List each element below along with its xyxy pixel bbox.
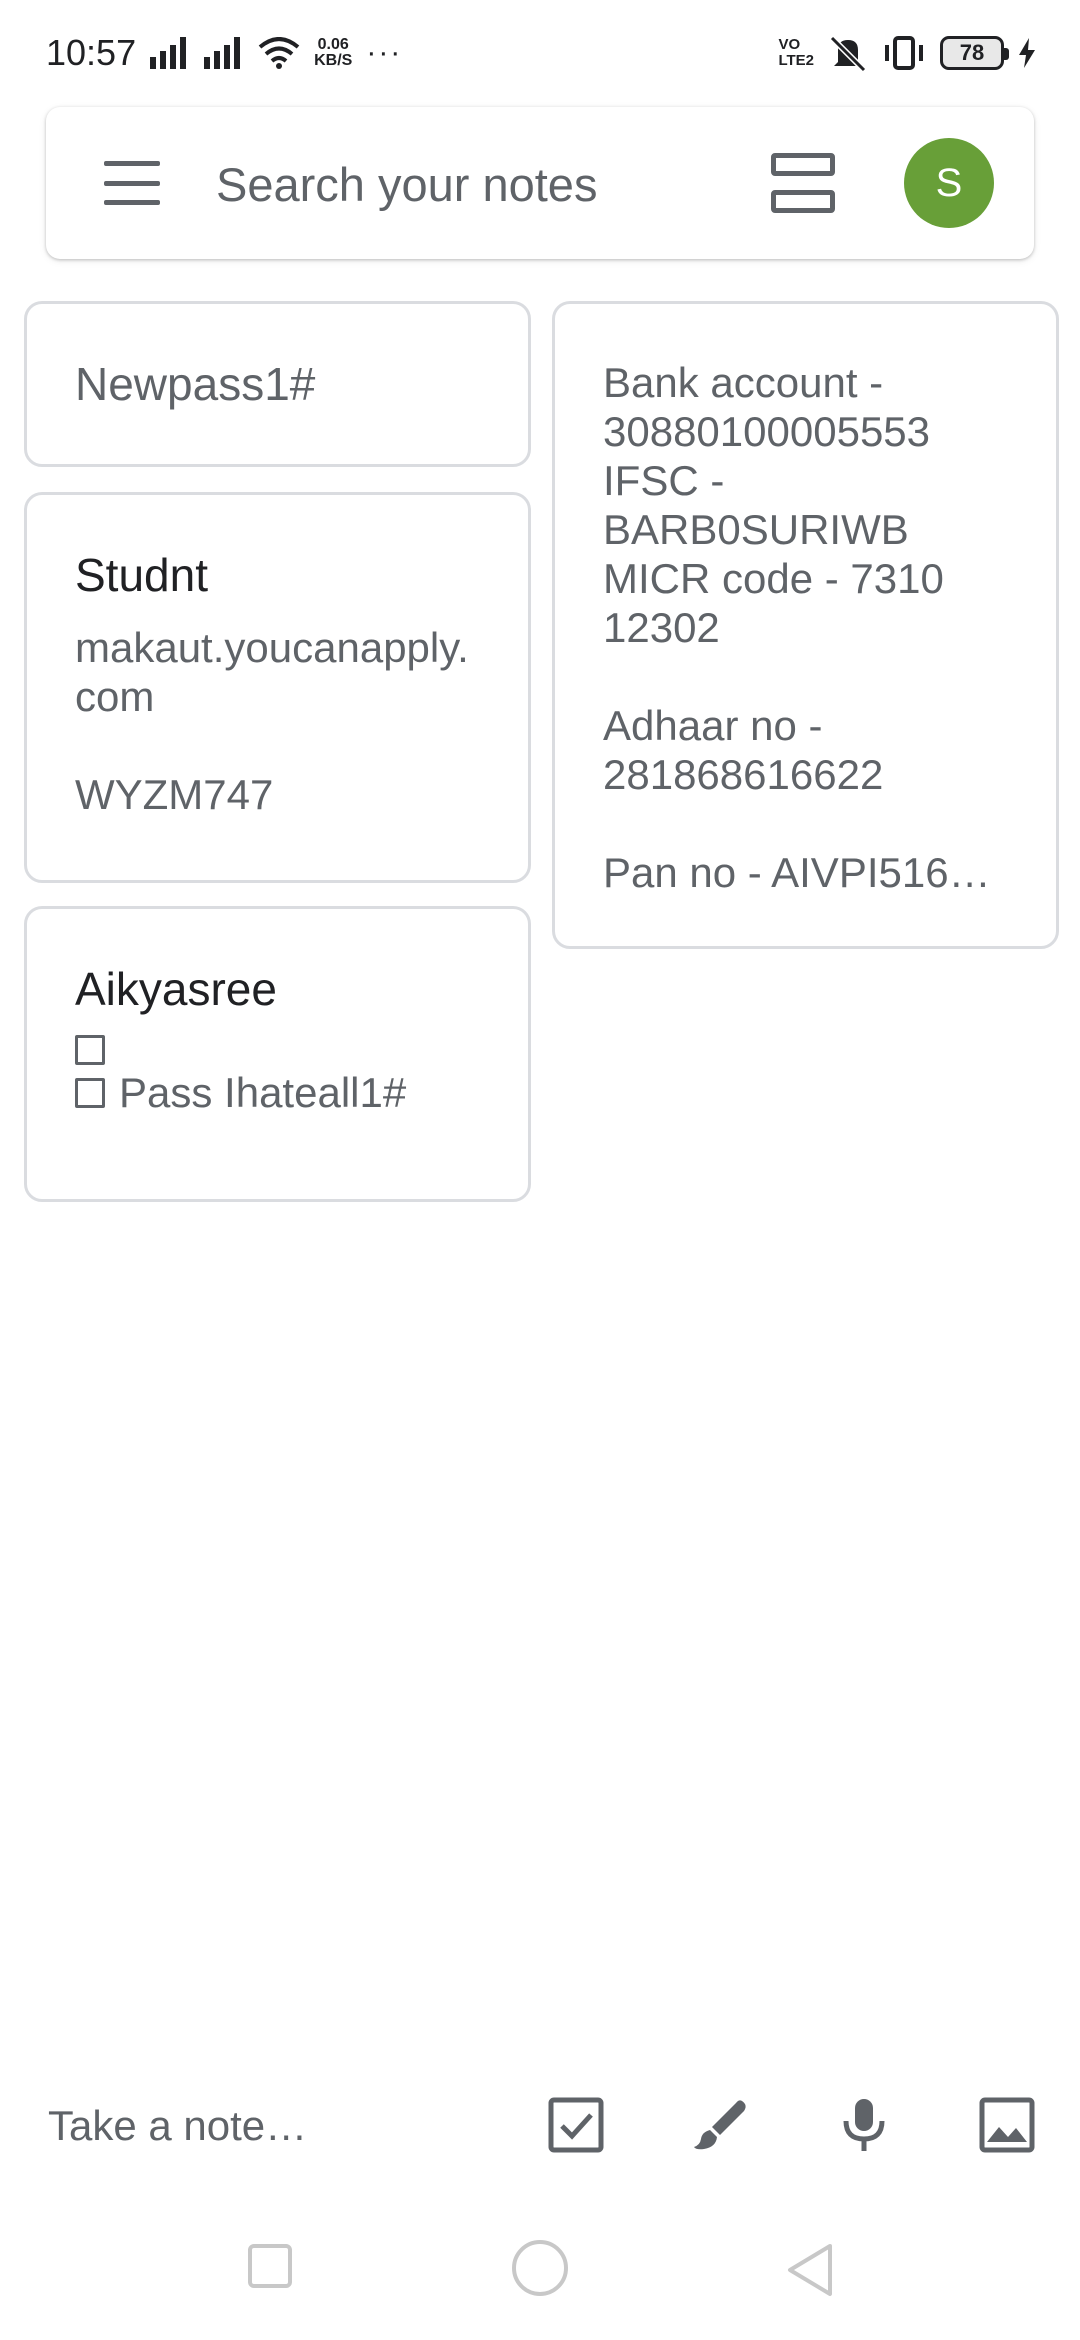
- status-bar: 10:57 0.06 KB/S ··· VO LTE2 78: [0, 0, 1080, 105]
- volte-indicator: VO LTE2: [778, 35, 814, 69]
- note-card-aikyasree[interactable]: Aikyasree Pass Ihateall1#: [24, 906, 531, 1202]
- status-time: 10:57: [46, 31, 137, 73]
- battery-indicator: 78: [940, 35, 1009, 70]
- signal-1-icon: [150, 36, 187, 69]
- recents-button[interactable]: [248, 2244, 292, 2288]
- checkbox-icon[interactable]: [75, 1035, 105, 1065]
- checkbox-icon[interactable]: [75, 1078, 105, 1108]
- wifi-icon: [258, 36, 300, 69]
- menu-icon[interactable]: [102, 155, 162, 211]
- image-icon[interactable]: [977, 2095, 1037, 2155]
- note-card-studnt[interactable]: Studnt makaut.youcanapply.com WYZM747: [24, 492, 531, 883]
- note-text: Newpass1#: [75, 358, 316, 410]
- mute-icon: [829, 35, 867, 72]
- note-title: Aikyasree: [75, 963, 277, 1015]
- checklist-item: [75, 1035, 480, 1065]
- keep-notes-screen: 10:57 0.06 KB/S ··· VO LTE2 78 Search yo…: [0, 0, 1080, 2340]
- signal-2-icon: [204, 36, 241, 69]
- system-nav-bar: [0, 2200, 1080, 2340]
- note-body: Bank account - 30880100005553 IFSC - BAR…: [603, 359, 991, 896]
- note-card-newpass[interactable]: Newpass1#: [24, 301, 531, 467]
- charging-icon: [1019, 37, 1035, 68]
- avatar[interactable]: S: [904, 138, 994, 228]
- brush-icon[interactable]: [690, 2095, 750, 2155]
- view-list-icon[interactable]: [771, 153, 835, 213]
- checkbox-icon[interactable]: [546, 2095, 606, 2155]
- search-bar[interactable]: Search your notes S: [46, 107, 1034, 259]
- bottom-bar: Take a note…: [0, 2060, 1080, 2190]
- back-button[interactable]: [784, 2242, 836, 2298]
- note-card-bank[interactable]: Bank account - 30880100005553 IFSC - BAR…: [552, 301, 1059, 949]
- take-note-input[interactable]: Take a note…: [48, 2102, 307, 2150]
- mic-icon[interactable]: [834, 2095, 894, 2155]
- checklist-item: Pass Ihateall1#: [75, 1065, 480, 1121]
- vibrate-icon: [885, 35, 923, 70]
- note-title: Studnt: [75, 549, 208, 601]
- network-speed: 0.06 KB/S: [314, 35, 353, 69]
- more-notifications-icon: ···: [366, 35, 403, 69]
- search-input[interactable]: Search your notes: [216, 157, 597, 212]
- home-button[interactable]: [512, 2240, 568, 2296]
- note-body: makaut.youcanapply.com WYZM747: [75, 624, 469, 818]
